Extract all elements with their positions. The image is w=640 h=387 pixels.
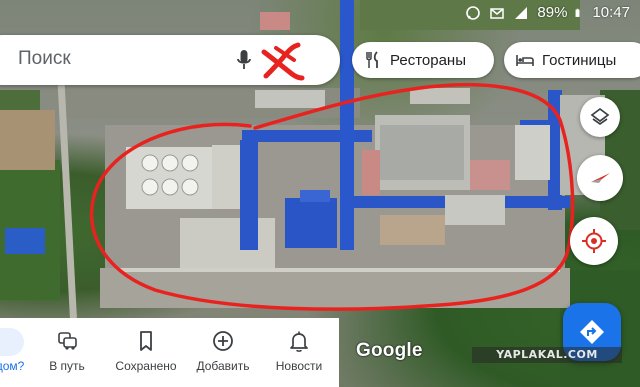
- maps-screen: 89% 10:47 Поиск Рестораны Гостиницы Goog…: [0, 0, 640, 387]
- layers-button[interactable]: [580, 97, 620, 137]
- battery-icon: [576, 8, 580, 17]
- status-bar: 89% 10:47: [0, 0, 640, 28]
- bookmark-icon: [140, 331, 152, 351]
- site-watermark: YAPLAKAL.COM: [472, 347, 622, 363]
- chip-restaurants[interactable]: Рестораны: [352, 42, 494, 78]
- search-bar[interactable]: Поиск: [0, 35, 340, 85]
- mic-icon[interactable]: [236, 48, 252, 72]
- nav-saved[interactable]: Сохранено: [108, 318, 184, 387]
- nav-updates[interactable]: Новости: [266, 318, 332, 387]
- nav-contribute-label: Добавить: [196, 359, 250, 373]
- compass-icon: [591, 173, 610, 183]
- nav-commute[interactable]: В путь: [42, 318, 92, 387]
- my-location-icon: [582, 229, 606, 253]
- bed-icon: [516, 55, 534, 66]
- chip-hotels[interactable]: Гостиницы: [504, 42, 640, 78]
- nav-explore-label: дом?: [0, 359, 25, 373]
- layers-icon: [590, 107, 610, 126]
- nav-explore[interactable]: дом?: [0, 318, 40, 387]
- signal-icon: [515, 6, 528, 19]
- google-logo: Google: [356, 340, 423, 361]
- chip-restaurants-label: Рестораны: [390, 51, 466, 69]
- fork-knife-icon: [366, 51, 378, 68]
- status-time: 10:47: [592, 4, 630, 21]
- nav-commute-label: В путь: [49, 359, 85, 373]
- mail-icon: [490, 7, 505, 19]
- whatsapp-icon: [466, 5, 481, 20]
- compass-button[interactable]: [577, 155, 623, 201]
- nav-saved-label: Сохранено: [115, 359, 177, 373]
- chip-hotels-label: Гостиницы: [542, 51, 617, 69]
- directions-icon: [580, 320, 604, 344]
- nav-active-indicator: [0, 328, 24, 356]
- avatar-crossed-icon[interactable]: [258, 40, 306, 84]
- nav-updates-label: Новости: [275, 359, 323, 373]
- battery-percent: 89%: [537, 4, 568, 21]
- add-circle-icon: [213, 331, 233, 351]
- my-location-button[interactable]: [570, 217, 618, 265]
- bell-icon: [290, 331, 308, 352]
- nav-contribute[interactable]: Добавить: [188, 318, 258, 387]
- car-icon: [58, 332, 77, 350]
- bottom-navigation: дом? В путь Сохранено Добавить: [0, 318, 339, 387]
- search-input[interactable]: Поиск: [18, 48, 71, 70]
